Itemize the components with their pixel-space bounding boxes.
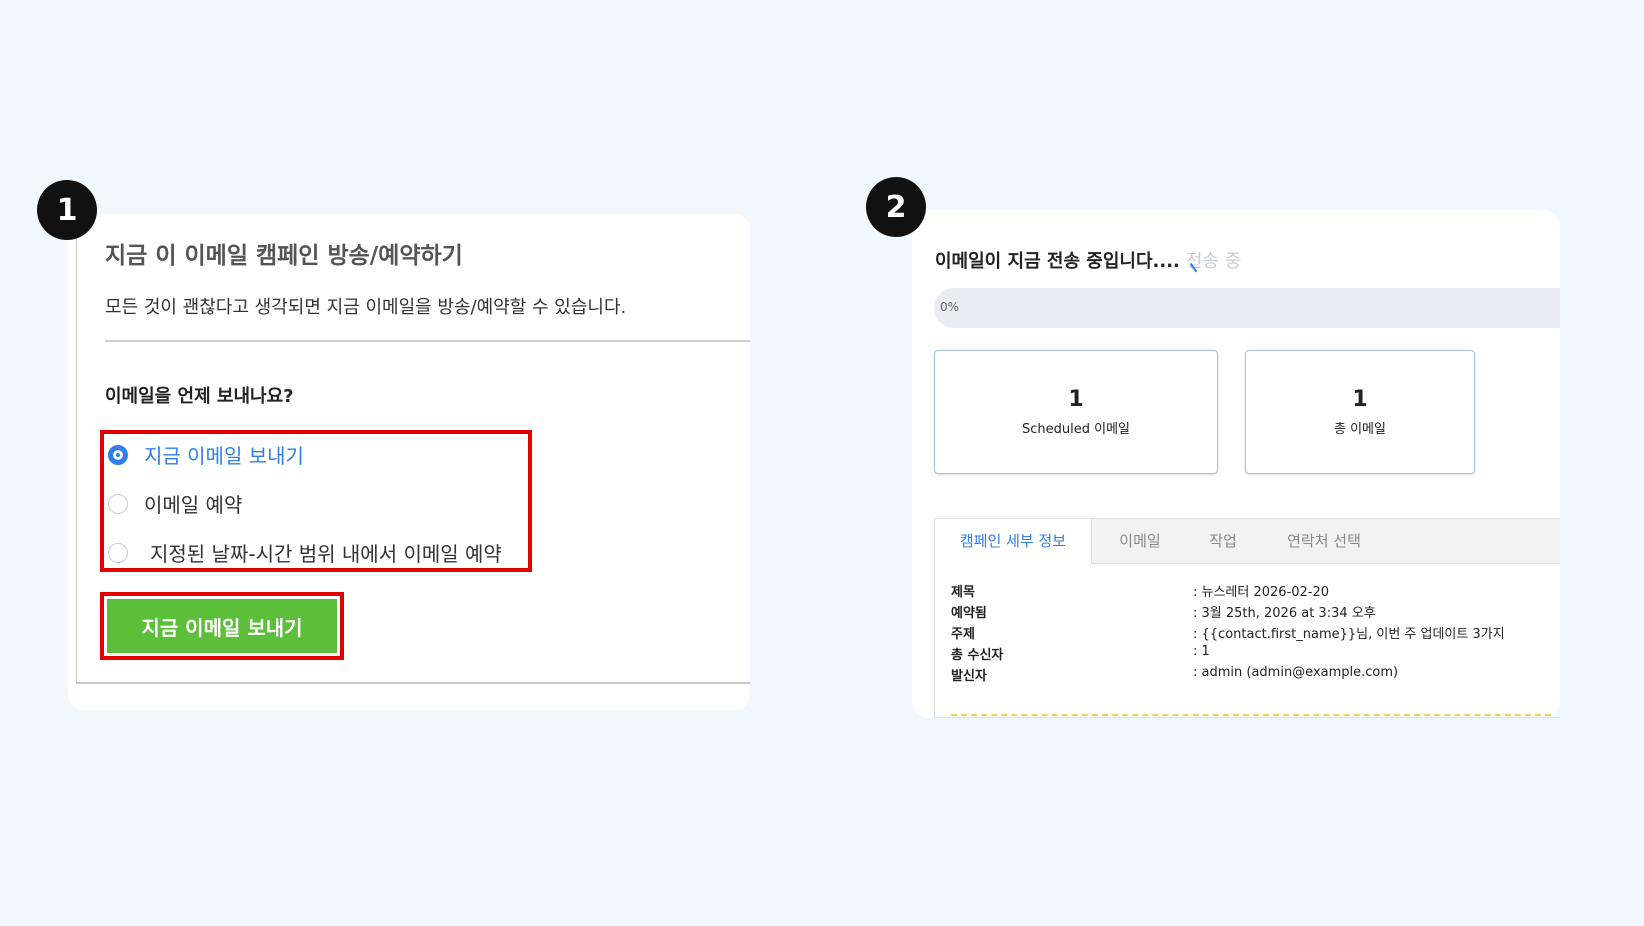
detail-value: : 3월 25th, 2026 at 3:34 오후 (1193, 606, 1376, 621)
scheduled-emails-card: 1 Scheduled 이메일 (934, 350, 1218, 474)
tab-bar: 캠페인 세부 정보 이메일 작업 연락처 선택 (935, 519, 1560, 564)
progress-label: 0% (940, 300, 960, 314)
divider (105, 340, 750, 342)
send-button-highlight: 지금 이메일 보내기 (100, 592, 344, 660)
campaign-tabs: 캠페인 세부 정보 이메일 작업 연락처 선택 제목 : 뉴스레터 2026-0… (934, 518, 1560, 718)
scheduled-emails-count: 1 (1068, 387, 1084, 412)
option-schedule-label: 이메일 예약 (144, 493, 243, 517)
total-emails-count: 1 (1352, 387, 1368, 412)
broadcast-title: 지금 이 이메일 캠페인 방송/예약하기 (105, 243, 463, 269)
step-1-badge: 1 (37, 180, 97, 240)
detail-value: : admin (admin@example.com) (1193, 665, 1399, 680)
radio-send-now[interactable] (108, 444, 128, 465)
send-now-button[interactable]: 지금 이메일 보내기 (107, 599, 337, 653)
detail-key: 제목 (951, 585, 975, 600)
sending-title-text: 이메일이 지금 전송 중입니다.... (935, 251, 1180, 272)
tab-select-contacts[interactable]: 연락처 선택 (1269, 519, 1379, 563)
radio-schedule-range[interactable] (108, 542, 128, 563)
option-schedule-range[interactable]: 지정된 날짜-시간 범위 내에서 이메일 예약 (108, 538, 502, 567)
send-time-question: 이메일을 언제 보내나요? (105, 386, 294, 407)
option-send-now-label: 지금 이메일 보내기 (144, 444, 304, 468)
detail-value: : {{contact.first_name}}님, 이번 주 업데이트 3가지 (1193, 627, 1505, 642)
total-emails-card: 1 총 이메일 (1245, 350, 1475, 474)
tab-emails[interactable]: 이메일 (1105, 519, 1175, 563)
send-option-radio-group: 지금 이메일 보내기 이메일 예약 지정된 날짜-시간 범위 내에서 이메일 예… (100, 430, 532, 572)
progress-bar: 0% (934, 288, 1560, 328)
detail-key: 총 수신자 (951, 648, 1004, 663)
option-send-now[interactable]: 지금 이메일 보내기 (108, 440, 304, 469)
option-schedule[interactable]: 이메일 예약 (108, 489, 242, 518)
step-2-badge: 2 (866, 177, 926, 237)
detail-key: 발신자 (951, 669, 987, 684)
dashed-divider (951, 714, 1551, 716)
tab-jobs[interactable]: 작업 (1193, 519, 1253, 563)
tab-campaign-details[interactable]: 캠페인 세부 정보 (935, 519, 1092, 564)
broadcast-description: 모든 것이 괜찮다고 생각되면 지금 이메일을 방송/예약할 수 있습니다. (105, 297, 627, 318)
scheduled-emails-label: Scheduled 이메일 (1021, 422, 1130, 437)
detail-key: 주제 (951, 627, 975, 642)
detail-key: 예약됨 (951, 606, 987, 621)
detail-value: : 뉴스레터 2026-02-20 (1193, 585, 1330, 600)
option-schedule-range-label: 지정된 날짜-시간 범위 내에서 이메일 예약 (150, 542, 502, 566)
detail-value: : 1 (1193, 644, 1210, 659)
radio-schedule[interactable] (108, 493, 128, 514)
total-emails-label: 총 이메일 (1334, 422, 1386, 437)
